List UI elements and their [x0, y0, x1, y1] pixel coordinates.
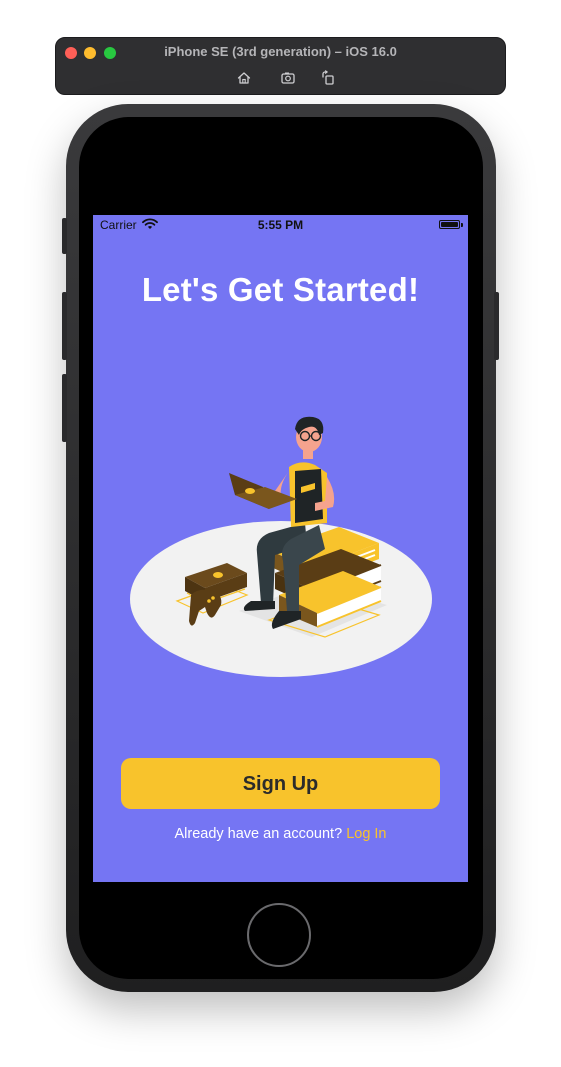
volume-down-button: [62, 374, 67, 442]
home-icon[interactable]: [236, 70, 252, 86]
app-screen: Carrier 5:55 PM Let's Get Started! Sign …: [93, 215, 468, 882]
simulator-title-bar: iPhone SE (3rd generation) – iOS 16.0: [55, 37, 506, 95]
status-bar: Carrier 5:55 PM: [93, 215, 468, 235]
battery-icon: [439, 220, 460, 229]
status-time: 5:55 PM: [257, 218, 304, 232]
page-title: Let's Get Started!: [141, 271, 420, 308]
login-prompt-text: Already have an account?: [174, 826, 343, 842]
rotate-icon[interactable]: [320, 70, 336, 86]
screenshot-icon[interactable]: [280, 70, 296, 86]
sign-up-button[interactable]: Sign Up: [121, 758, 440, 809]
person-on-books-illustration: [130, 416, 432, 677]
home-button[interactable]: [247, 903, 311, 967]
battery-tip: [461, 223, 463, 227]
simulator-title: iPhone SE (3rd generation) – iOS 16.0: [164, 44, 397, 59]
canvas: iPhone SE (3rd generation) – iOS 16.0 Ca…: [0, 0, 561, 1067]
power-button: [494, 292, 499, 360]
volume-up-button: [62, 292, 67, 360]
login-prompt: Already have an account? Log In: [93, 826, 468, 842]
log-in-link[interactable]: Log In: [346, 826, 386, 842]
mute-switch: [62, 218, 67, 254]
